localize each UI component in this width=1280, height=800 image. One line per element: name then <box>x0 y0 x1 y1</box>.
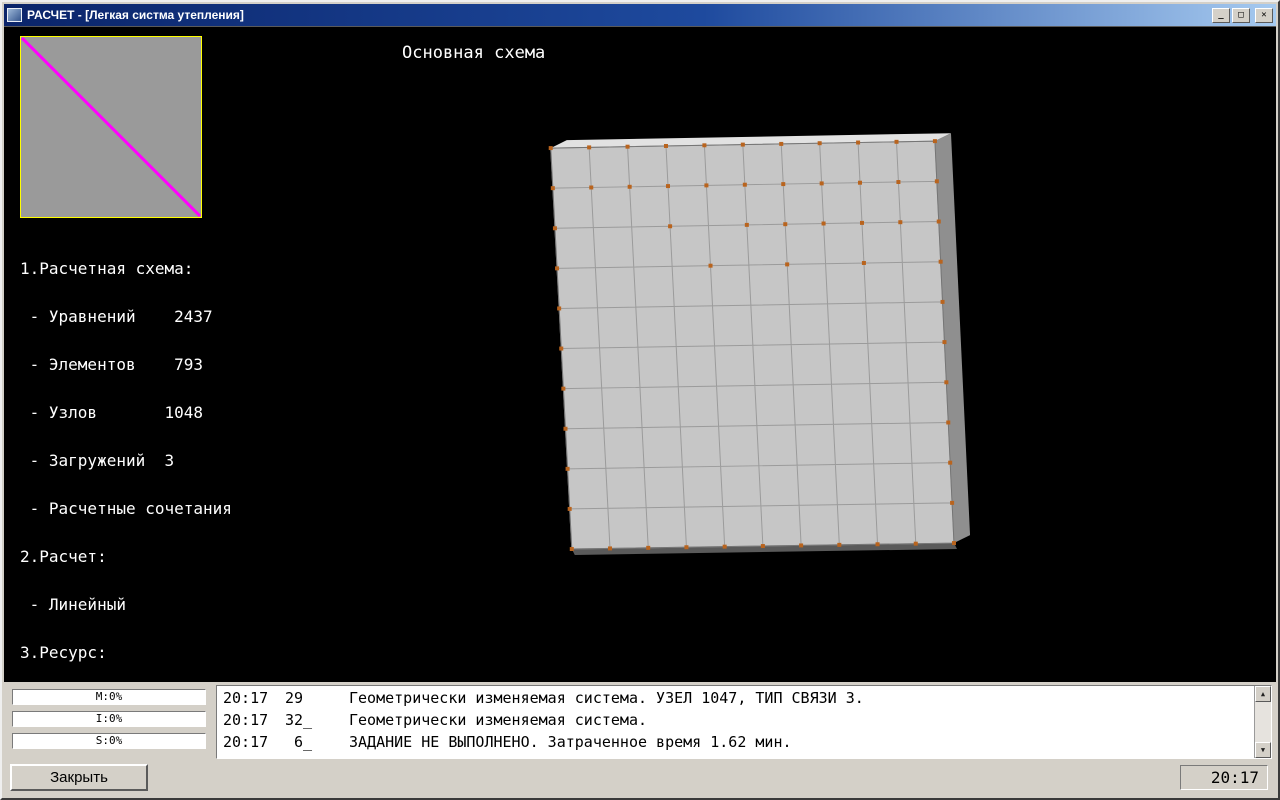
mesh-plate <box>548 133 971 555</box>
log-list[interactable]: 20:17 29 Геометрически изменяемая систем… <box>216 685 1272 759</box>
log-time: 20:17 <box>223 733 269 751</box>
main-viewport: Основная схема 1.Расчетная схема: - Урав… <box>4 26 1276 682</box>
log-line: 20:17 29 Геометрически изменяемая систем… <box>223 687 1249 709</box>
bottom-panel: M:0% I:0% S:0% 20:17 29 Геометрически из… <box>4 682 1276 796</box>
log-line: 20:17 6_ ЗАДАНИЕ НЕ ВЫПОЛНЕНО. Затраченн… <box>223 731 1249 753</box>
log-number: 32_ <box>285 711 313 729</box>
scroll-down-button[interactable]: ▼ <box>1255 742 1271 758</box>
progress-label: M:0% <box>95 690 123 703</box>
clock: 20:17 <box>1180 765 1268 790</box>
log-time: 20:17 <box>223 689 269 707</box>
app-window: РАСЧЕТ - [Легкая систма утепления] _ □ ✕… <box>0 0 1280 800</box>
close-icon: ✕ <box>1261 9 1267 20</box>
maximize-icon: □ <box>1238 9 1244 20</box>
log-message: ЗАДАНИЕ НЕ ВЫПОЛНЕНО. Затраченное время … <box>349 733 792 751</box>
close-window-button[interactable]: ✕ <box>1255 7 1273 23</box>
window-controls: _ □ ✕ <box>1212 7 1273 23</box>
close-button[interactable]: Закрыть <box>10 764 148 791</box>
status-row: M:0% I:0% S:0% 20:17 29 Геометрически из… <box>8 685 1272 759</box>
maximize-button[interactable]: □ <box>1232 7 1250 23</box>
log-number: 29 <box>285 689 304 707</box>
log-scrollbar[interactable]: ▲ ▼ <box>1254 686 1271 758</box>
log-number: 6_ <box>285 733 313 751</box>
scroll-up-button[interactable]: ▲ <box>1255 686 1271 702</box>
titlebar[interactable]: РАСЧЕТ - [Легкая систма утепления] _ □ ✕ <box>4 4 1276 26</box>
footer-row: Закрыть 20:17 <box>8 759 1272 794</box>
progress-label: S:0% <box>95 734 123 747</box>
arrow-down-icon: ▼ <box>1260 746 1266 754</box>
progress-column: M:0% I:0% S:0% <box>8 685 216 759</box>
window-title: РАСЧЕТ - [Легкая систма утепления] <box>27 8 244 22</box>
app-icon <box>7 8 22 22</box>
log-message: Геометрически изменяемая система. <box>349 711 648 729</box>
minimize-icon: _ <box>1218 9 1224 20</box>
log-line: 20:17 32_ Геометрически изменяемая систе… <box>223 709 1249 731</box>
minimize-button[interactable]: _ <box>1212 7 1230 23</box>
arrow-up-icon: ▲ <box>1260 690 1266 698</box>
progress-bar-i: I:0% <box>12 711 206 727</box>
log-time: 20:17 <box>223 711 269 729</box>
progress-bar-m: M:0% <box>12 689 206 705</box>
progress-bar-s: S:0% <box>12 733 206 749</box>
progress-label: I:0% <box>95 712 123 725</box>
scrollbar-track[interactable] <box>1255 702 1271 742</box>
log-message: Геометрически изменяемая система. УЗЕЛ 1… <box>349 689 864 707</box>
